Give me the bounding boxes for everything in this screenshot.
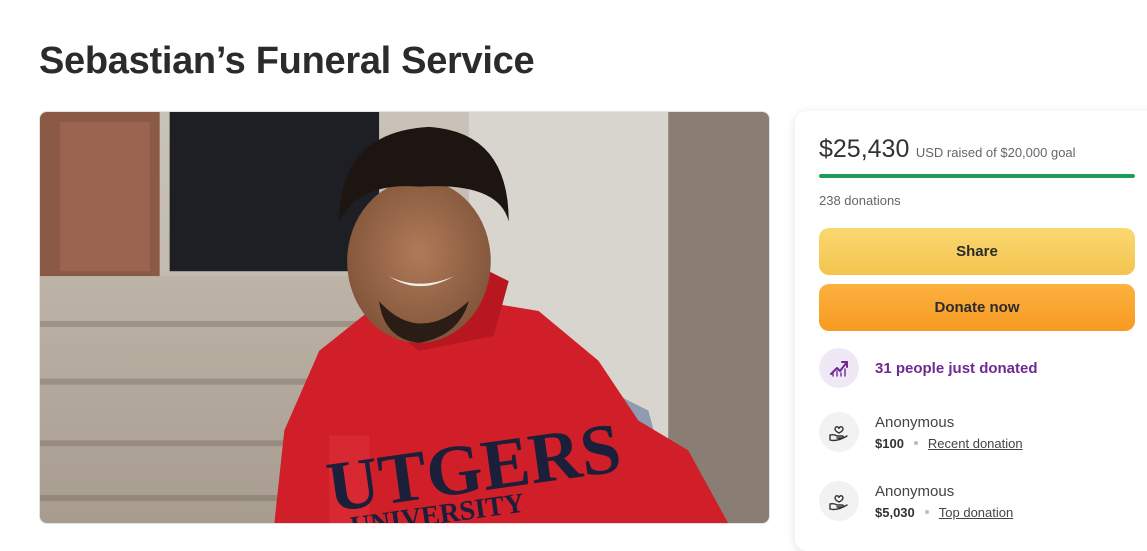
donor-item: Anonymous $100 Recent donation [819, 412, 1023, 452]
separator-dot [913, 441, 918, 445]
campaign-photo-image: UTGERS UNIVERSITY [40, 112, 769, 523]
donation-card: $25,430 USD raised of $20,000 goal 238 d… [795, 111, 1147, 551]
donation-amount: $100 [875, 435, 904, 451]
share-button[interactable]: Share [819, 228, 1135, 275]
campaign-photo: UTGERS UNIVERSITY [39, 111, 770, 524]
progress-bar [819, 174, 1135, 178]
trending-up-icon [819, 348, 859, 388]
donation-amount: $5,030 [875, 504, 915, 520]
donations-count: 238 donations [819, 193, 901, 208]
donate-now-button[interactable]: Donate now [819, 284, 1135, 331]
progress-fill [819, 174, 1135, 178]
amount-raised: $25,430 USD raised of $20,000 goal [819, 135, 1076, 164]
trending-label: 31 people just donated [875, 359, 1038, 377]
page-title: Sebastian’s Funeral Service [39, 40, 535, 82]
recent-donation-link[interactable]: Recent donation [928, 436, 1023, 451]
raised-goal-text: USD raised of $20,000 goal [915, 145, 1076, 160]
donor-item: Anonymous $5,030 Top donation [819, 481, 1013, 521]
separator-dot [924, 510, 929, 514]
heart-hand-icon [819, 481, 859, 521]
donor-name: Anonymous [875, 482, 955, 500]
donor-name: Anonymous [875, 413, 955, 431]
top-donation-link[interactable]: Top donation [939, 505, 1013, 520]
trending-donations: 31 people just donated [819, 348, 1038, 388]
raised-amount: $25,430 [819, 135, 910, 163]
heart-hand-icon [819, 412, 859, 452]
